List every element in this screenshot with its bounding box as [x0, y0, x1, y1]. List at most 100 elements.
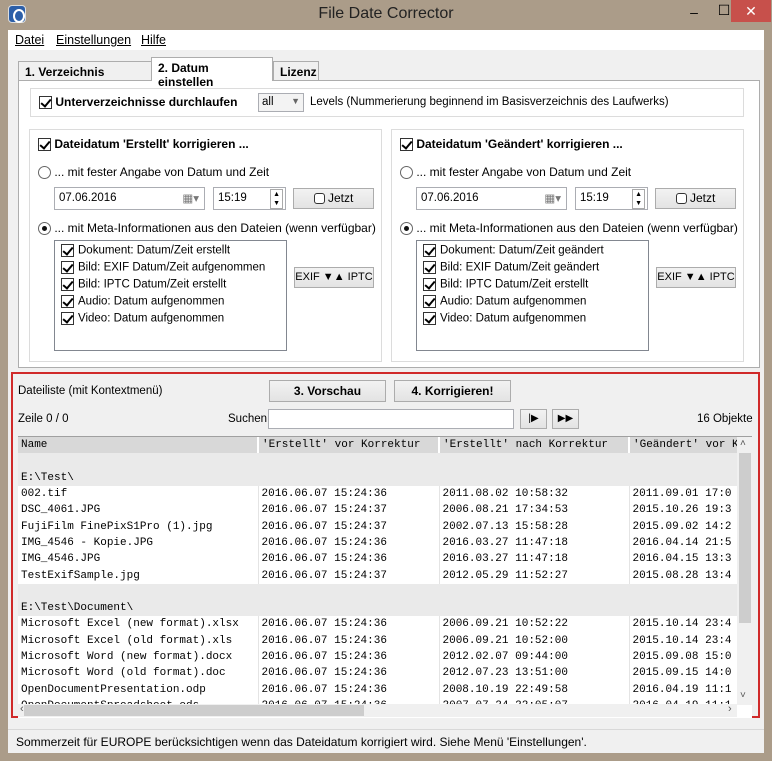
- group-row[interactable]: [18, 453, 752, 470]
- left-fixed-radio[interactable]: ... mit fester Angabe von Datum und Zeit: [38, 165, 269, 180]
- close-button[interactable]: ✕: [731, 0, 771, 22]
- checkbox-checked-icon[interactable]: [61, 278, 74, 291]
- scroll-right-icon[interactable]: ›: [728, 703, 732, 715]
- table-cell: 2016.06.07 15:24:37: [258, 567, 440, 584]
- checkbox-checked-icon[interactable]: [423, 312, 436, 325]
- calendar-icon[interactable]: ▦▾: [544, 191, 561, 205]
- table-cell: 2015.10.26 19:3: [629, 502, 752, 519]
- table-cell: 2016.06.07 15:24:36: [258, 632, 440, 649]
- scroll-up-icon[interactable]: ˄: [740, 438, 746, 449]
- right-exif-iptc-swap-button[interactable]: EXIF ▼▲ IPTC: [656, 267, 736, 288]
- left-correct-checkbox[interactable]: Dateidatum 'Erstellt' korrigieren ...: [38, 137, 249, 152]
- checkbox-checked-icon[interactable]: [61, 295, 74, 308]
- meta-item-label: Dokument: Datum/Zeit erstellt: [78, 244, 231, 257]
- left-time-spinner[interactable]: 15:19 ▲ ▼: [213, 187, 286, 210]
- table-cell: 002.tif: [18, 485, 259, 503]
- meta-list-item[interactable]: Bild: EXIF Datum/Zeit aufgenommen: [55, 261, 286, 278]
- calendar-icon[interactable]: ▦▾: [182, 191, 199, 205]
- meta-list-item[interactable]: Dokument: Datum/Zeit geändert: [417, 244, 648, 261]
- column-header[interactable]: Name: [18, 437, 259, 454]
- menu-datei[interactable]: Datei: [15, 33, 44, 47]
- checkbox-checked-icon[interactable]: [423, 261, 436, 274]
- right-meta-radio[interactable]: ... mit Meta-Informationen aus den Datei…: [400, 221, 738, 236]
- meta-list-item[interactable]: Audio: Datum aufgenommen: [417, 295, 648, 312]
- menu-einstellungen[interactable]: Einstellungen: [56, 33, 131, 47]
- column-header[interactable]: 'Erstellt' vor Korrektur: [258, 437, 440, 454]
- meta-list-item[interactable]: Bild: IPTC Datum/Zeit erstellt: [55, 278, 286, 295]
- search-input[interactable]: [268, 409, 514, 429]
- table-row[interactable]: DSC_4061.JPG 2016.06.07 15:24:37 2006.08.2…: [18, 502, 752, 519]
- object-count: 16 Objekte: [697, 413, 753, 425]
- table-row[interactable]: OpenDocumentPresentation.odp 2016.06.07 1…: [18, 681, 752, 698]
- group-row[interactable]: [18, 583, 752, 600]
- table-cell: 2006.09.21 10:52:00: [439, 632, 630, 649]
- right-meta-list: Dokument: Datum/Zeit geändert Bild: EXIF …: [416, 240, 649, 351]
- meta-item-label: Audio: Datum aufgenommen: [78, 295, 225, 308]
- find-next-button[interactable]: |▶: [520, 409, 547, 429]
- right-correct-checkbox[interactable]: Dateidatum 'Geändert' korrigieren ...: [400, 137, 623, 152]
- menu-hilfe[interactable]: Hilfe: [141, 33, 166, 47]
- meta-list-item[interactable]: Bild: IPTC Datum/Zeit erstellt: [417, 278, 648, 295]
- spinner-arrows-icon[interactable]: ▲ ▼: [632, 189, 645, 209]
- table-row[interactable]: Microsoft Word (old format).doc 2016.06.0…: [18, 665, 752, 682]
- find-last-button[interactable]: ▶▶: [552, 409, 579, 429]
- tab-datum[interactable]: 2. Datum einstellen: [151, 57, 273, 89]
- left-meta-label: ... mit Meta-Informationen aus den Datei…: [54, 221, 376, 235]
- left-meta-radio[interactable]: ... mit Meta-Informationen aus den Datei…: [38, 221, 376, 236]
- table-cell: 2015.09.08 15:0: [629, 648, 752, 666]
- table-cell: TestExifSample.jpg: [18, 567, 259, 584]
- table-cell: 2016.06.07 15:24:37: [258, 518, 440, 535]
- checkbox-checked-icon[interactable]: [61, 261, 74, 274]
- table-row[interactable]: Microsoft Word (new format).docx 2016.06.…: [18, 648, 752, 666]
- meta-list-item[interactable]: Dokument: Datum/Zeit erstellt: [55, 244, 286, 261]
- table-row[interactable]: Microsoft Excel (old format).xls 2016.06.…: [18, 632, 752, 649]
- correct-button[interactable]: 4. Korrigieren!: [394, 380, 511, 402]
- preview-button[interactable]: 3. Vorschau: [269, 380, 386, 402]
- spinner-arrows-icon[interactable]: ▲ ▼: [270, 189, 283, 209]
- left-exif-iptc-swap-button[interactable]: EXIF ▼▲ IPTC: [294, 267, 374, 288]
- table-row[interactable]: IMG_4546 - Kopie.JPG 2016.06.07 15:24:36 2…: [18, 534, 752, 552]
- meta-item-label: Video: Datum aufgenommen: [78, 312, 225, 325]
- meta-list-item[interactable]: Audio: Datum aufgenommen: [55, 295, 286, 312]
- right-date-picker[interactable]: 07.06.2016 ▦▾: [416, 187, 567, 210]
- right-now-button[interactable]: Jetzt: [655, 188, 736, 209]
- vertical-scroll-thumb[interactable]: [739, 453, 751, 623]
- right-time-spinner[interactable]: 15:19 ▲ ▼: [575, 187, 648, 210]
- scroll-left-icon[interactable]: ‹: [20, 703, 24, 715]
- group-row[interactable]: E:\Test\: [18, 469, 752, 486]
- checkbox-checked-icon[interactable]: [61, 312, 74, 325]
- right-fixed-radio[interactable]: ... mit fester Angabe von Datum und Zeit: [400, 165, 631, 180]
- title-bar[interactable]: File Date Corrector – ☐ ✕: [0, 0, 772, 30]
- table-cell: 2016.04.15 13:3: [629, 551, 752, 568]
- tab-verzeichnis[interactable]: 1. Verzeichnis wählen: [18, 61, 152, 93]
- meta-item-label: Bild: EXIF Datum/Zeit aufgenommen: [78, 261, 266, 274]
- table-row[interactable]: 002.tif 2016.06.07 15:24:36 2011.08.02 10:…: [18, 485, 752, 503]
- tab-lizenz[interactable]: Lizenz: [273, 61, 319, 81]
- column-header[interactable]: 'Geändert' vor Korrektur: [629, 437, 752, 454]
- table-row[interactable]: IMG_4546.JPG 2016.06.07 15:24:36 2016.03.2…: [18, 551, 752, 568]
- left-now-button[interactable]: Jetzt: [293, 188, 374, 209]
- table-row[interactable]: FujiFilm FinePixS1Pro (1).jpg 2016.06.07 …: [18, 518, 752, 535]
- subdir-checkbox[interactable]: Unterverzeichnisse durchlaufen: [39, 95, 237, 110]
- chevron-down-icon: ▼: [291, 96, 300, 106]
- minimize-button[interactable]: –: [684, 4, 704, 22]
- file-table[interactable]: Name 'Erstellt' vor Korrektur 'Erstellt' n…: [18, 436, 752, 718]
- column-header[interactable]: 'Erstellt' nach Korrektur: [439, 437, 630, 454]
- horizontal-scroll-thumb[interactable]: [24, 705, 364, 716]
- checkbox-checked-icon[interactable]: [423, 278, 436, 291]
- table-cell: Microsoft Word (new format).docx: [18, 648, 259, 666]
- checkbox-checked-icon[interactable]: [61, 244, 74, 257]
- table-row[interactable]: Microsoft Excel (new format).xlsx 2016.06…: [18, 616, 752, 633]
- table-cell: 2012.05.29 11:52:27: [439, 567, 630, 584]
- right-meta-label: ... mit Meta-Informationen aus den Datei…: [416, 221, 738, 235]
- scroll-down-icon[interactable]: ˅: [740, 690, 746, 701]
- group-row[interactable]: E:\Test\Document\: [18, 599, 752, 617]
- left-date-picker[interactable]: 07.06.2016 ▦▾: [54, 187, 205, 210]
- meta-list-item[interactable]: Video: Datum aufgenommen: [417, 312, 648, 329]
- table-row[interactable]: TestExifSample.jpg 2016.06.07 15:24:37 201…: [18, 567, 752, 584]
- checkbox-checked-icon[interactable]: [423, 295, 436, 308]
- meta-list-item[interactable]: Bild: EXIF Datum/Zeit geändert: [417, 261, 648, 278]
- checkbox-checked-icon[interactable]: [423, 244, 436, 257]
- levels-select[interactable]: all ▼: [258, 93, 304, 112]
- meta-list-item[interactable]: Video: Datum aufgenommen: [55, 312, 286, 329]
